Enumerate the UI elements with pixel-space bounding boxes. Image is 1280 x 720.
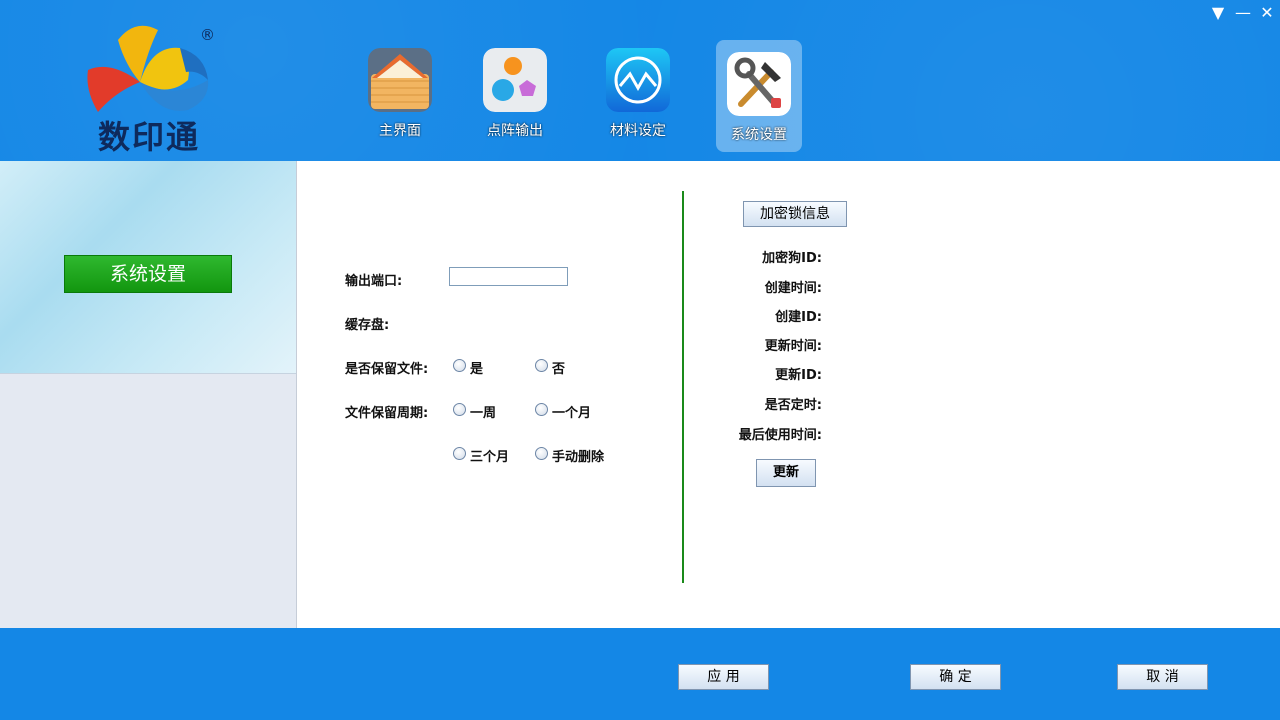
update-button[interactable]: 更新 [756,459,816,487]
nav-label-system-settings: 系统设置 [731,127,787,143]
keep-files-yes-label: 是 [470,362,484,377]
close-icon[interactable]: ✕ [1257,4,1277,22]
sidebar: 系统设置 [0,161,297,628]
nav-item-home[interactable]: 主界面 [357,40,443,152]
keep-files-label: 是否保留文件: [345,362,429,377]
sidebar-banner: 系统设置 [0,161,296,374]
retention-one-month-label: 一个月 [552,406,592,421]
home-icon [368,48,432,112]
dots-icon [483,48,547,112]
footer-bar: 应 用 确 定 取 消 [0,628,1280,720]
creation-id-label: 创建ID: [775,310,822,325]
output-port-input[interactable] [449,267,568,286]
tools-icon [727,52,791,116]
menu-dropdown-icon[interactable]: ▼ [1208,4,1228,22]
nav-label-home: 主界面 [379,123,421,139]
cache-disk-label: 缓存盘: [345,318,390,333]
apply-button[interactable]: 应 用 [678,664,769,690]
sidebar-item-system-settings[interactable]: 系统设置 [64,255,232,293]
minimize-icon[interactable]: — [1233,4,1253,22]
retention-manual-delete-radio[interactable] [535,447,548,460]
dongle-info-button[interactable]: 加密锁信息 [743,201,847,227]
retention-one-month-radio[interactable] [535,403,548,416]
retention-three-months-radio[interactable] [453,447,466,460]
update-time-label: 更新时间: [764,339,822,354]
nav-label-dot-output: 点阵输出 [487,123,543,139]
dongle-id-label: 加密狗ID: [762,251,822,266]
registered-mark: ® [200,26,215,44]
is-timed-label: 是否定时: [764,398,822,413]
update-id-label: 更新ID: [775,368,822,383]
retention-three-months-label: 三个月 [470,450,510,465]
ok-button[interactable]: 确 定 [910,664,1001,690]
output-port-label: 输出端口: [345,274,403,289]
app-logo-text: 数印通 [98,118,201,156]
cancel-button[interactable]: 取 消 [1117,664,1208,690]
nav-item-system-settings[interactable]: 系统设置 [716,40,802,152]
creation-time-label: 创建时间: [764,281,822,296]
keep-files-no-radio[interactable] [535,359,548,372]
retention-one-week-radio[interactable] [453,403,466,416]
nav-item-dot-output[interactable]: 点阵输出 [472,40,558,152]
header-bar: ▼ — ✕ ® 数印通 主界面 点阵输出 材料设定 系统设置 [0,0,1280,161]
keep-files-yes-radio[interactable] [453,359,466,372]
last-used-time-label: 最后使用时间: [738,428,822,443]
nav-item-materials[interactable]: 材料设定 [595,40,681,152]
retention-manual-delete-label: 手动删除 [552,450,605,465]
nav-label-materials: 材料设定 [610,123,666,139]
materials-icon [606,48,670,112]
retention-label: 文件保留周期: [345,406,429,421]
keep-files-no-label: 否 [552,362,566,377]
retention-one-week-label: 一周 [470,406,497,421]
